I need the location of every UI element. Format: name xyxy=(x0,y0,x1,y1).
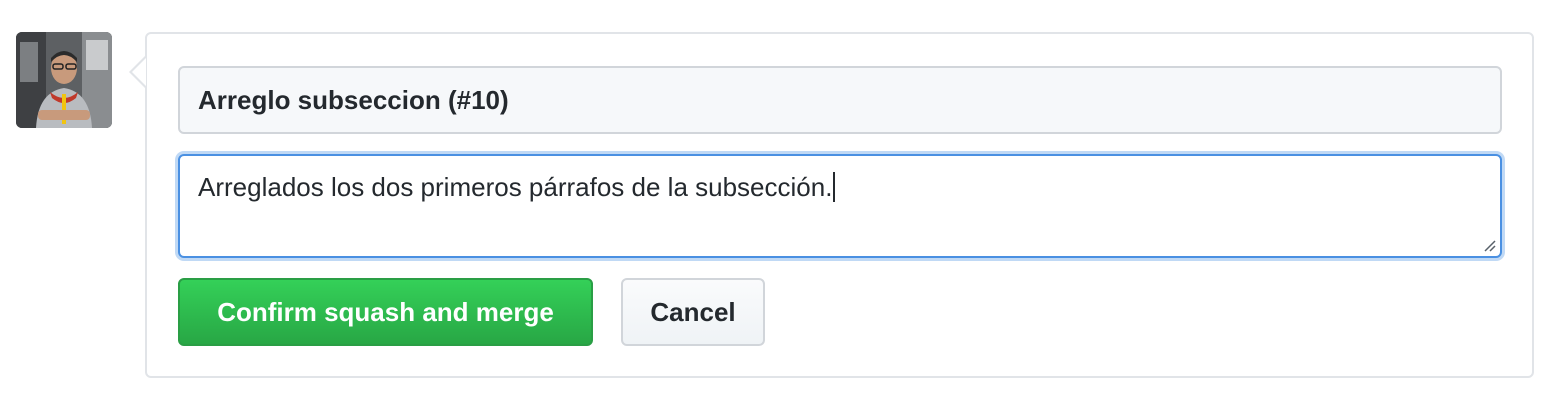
resize-handle-icon[interactable] xyxy=(1482,238,1496,252)
avatar[interactable] xyxy=(16,32,112,128)
panel-pointer-fill xyxy=(132,58,146,86)
cancel-button-label: Cancel xyxy=(650,296,736,327)
commit-title-input[interactable]: Arreglo subseccion (#10) xyxy=(178,66,1502,134)
commit-message-text: Arreglados los dos primeros párrafos de … xyxy=(198,172,833,202)
commit-title-text: Arreglo subseccion (#10) xyxy=(198,84,509,115)
commit-message-textarea[interactable]: Arreglados los dos primeros párrafos de … xyxy=(178,154,1502,258)
cancel-button[interactable]: Cancel xyxy=(621,278,765,346)
text-caret xyxy=(833,172,836,202)
confirm-button-label: Confirm squash and merge xyxy=(217,296,554,327)
confirm-squash-merge-button[interactable]: Confirm squash and merge xyxy=(178,278,593,346)
